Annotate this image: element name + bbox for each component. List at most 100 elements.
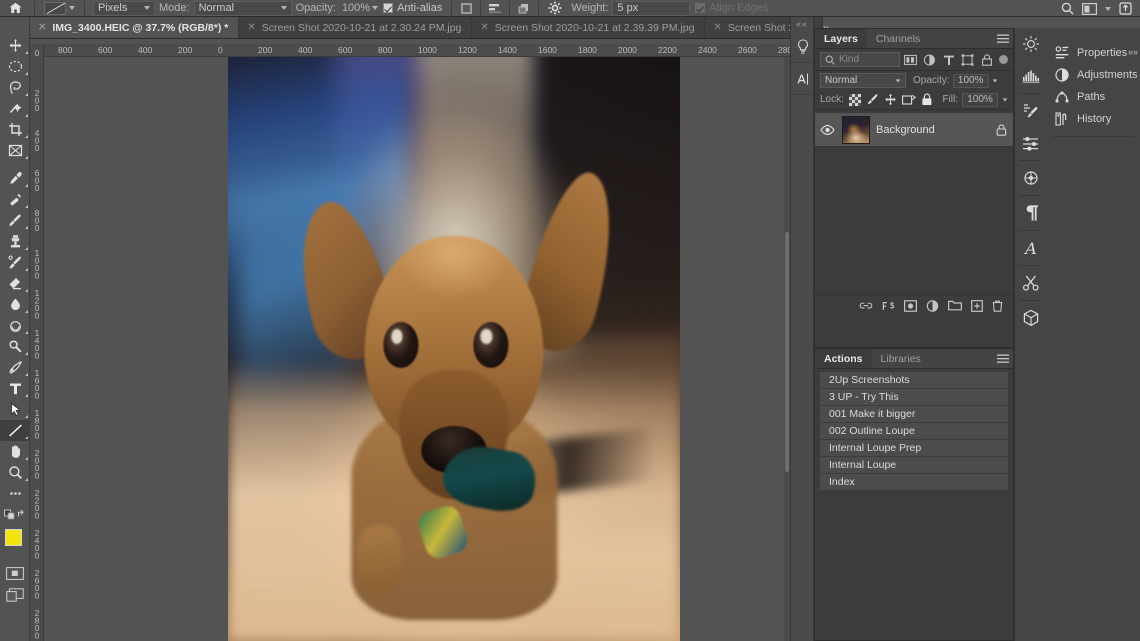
- close-icon[interactable]: ✕: [38, 22, 46, 33]
- chevron-down-icon[interactable]: [69, 6, 75, 10]
- edit-toolbar-button[interactable]: [0, 483, 30, 504]
- workspace-button[interactable]: [1082, 2, 1097, 15]
- dodge-tool[interactable]: [0, 336, 30, 357]
- new-group-icon[interactable]: [948, 300, 962, 311]
- paragraph-button[interactable]: [1015, 197, 1047, 229]
- hand-tool[interactable]: [0, 441, 30, 462]
- document-tab-2[interactable]: ✕ Screen Shot 2020-10-21 at 2.39.39 PM.j…: [472, 17, 706, 38]
- pen-tool[interactable]: [0, 357, 30, 378]
- type-tool[interactable]: [0, 378, 30, 399]
- search-button[interactable]: [1061, 2, 1074, 15]
- new-adjustment-layer-icon[interactable]: [926, 299, 939, 312]
- chevron-down-icon[interactable]: [1002, 97, 1008, 102]
- shape-mode-select[interactable]: Pixels: [93, 0, 155, 16]
- adjustment-filter-icon[interactable]: [921, 52, 938, 67]
- scrollbar-thumb[interactable]: [785, 232, 789, 472]
- lock-image-pixels-icon[interactable]: [866, 93, 880, 107]
- filter-toggle[interactable]: [999, 55, 1008, 64]
- layer-opacity-value[interactable]: 100%: [952, 73, 989, 88]
- canvas-area[interactable]: [44, 57, 790, 641]
- lock-artboard-nesting-icon[interactable]: [901, 93, 916, 107]
- chevron-down-icon[interactable]: [1105, 6, 1111, 11]
- color-swatches[interactable]: [0, 527, 30, 563]
- action-item[interactable]: 2Up Screenshots: [820, 372, 1008, 388]
- layer-visibility-toggle[interactable]: [818, 124, 836, 135]
- discover-button[interactable]: [791, 31, 815, 63]
- eyedropper-tool[interactable]: [0, 168, 30, 189]
- character-styles-button[interactable]: A: [1015, 232, 1047, 264]
- new-layer-icon[interactable]: [971, 299, 983, 312]
- shape-settings-button[interactable]: [543, 1, 567, 16]
- vertical-ruler[interactable]: 0 200 400 600 800 1000 1200 1400 1600 1800 2000 220…: [30, 44, 44, 641]
- home-button[interactable]: [0, 2, 30, 14]
- shape-filter-icon[interactable]: [959, 52, 976, 67]
- clone-stamp-tool[interactable]: [0, 231, 30, 252]
- share-button[interactable]: [1119, 2, 1132, 15]
- line-shape-tool[interactable]: [0, 420, 30, 441]
- dock-item-paths[interactable]: Paths: [1046, 86, 1140, 108]
- chevron-down-icon[interactable]: [992, 78, 998, 83]
- clone-source-button[interactable]: [1015, 162, 1047, 194]
- layer-thumbnail[interactable]: [842, 115, 870, 144]
- layer-fill-value[interactable]: 100%: [962, 92, 998, 107]
- path-alignment-button[interactable]: [485, 1, 505, 16]
- action-item[interactable]: 001 Make it bigger: [820, 406, 1008, 422]
- tab-libraries[interactable]: Libraries: [871, 349, 930, 368]
- history-brush-tool[interactable]: [0, 252, 30, 273]
- zoom-tool[interactable]: [0, 462, 30, 483]
- document-tab-0[interactable]: ✕ IMG_3400.HEIC @ 37.7% (RGB/8*) *: [30, 17, 240, 38]
- object-selection-tool[interactable]: [0, 98, 30, 119]
- quick-mask-button[interactable]: [0, 563, 30, 584]
- anti-alias-checkbox[interactable]: Anti-alias: [378, 2, 447, 14]
- text-tool-panel-button[interactable]: [791, 63, 815, 95]
- dock-item-adjustments[interactable]: Adjustments: [1046, 64, 1140, 86]
- brightness-contrast-button[interactable]: [1015, 28, 1047, 60]
- actions-panel-menu-button[interactable]: [993, 349, 1013, 368]
- brush-presets-button[interactable]: [1015, 127, 1047, 159]
- horizontal-ruler[interactable]: 1200100080060040020002004006008001000120…: [44, 44, 790, 57]
- close-icon[interactable]: ✕: [713, 22, 721, 33]
- foreground-color-swatch[interactable]: [5, 529, 22, 546]
- panel-collapse-handle[interactable]: ««: [791, 17, 813, 31]
- histogram-button[interactable]: [1015, 60, 1047, 92]
- brush-settings-button[interactable]: [1015, 95, 1047, 127]
- blend-mode-select[interactable]: Normal: [193, 0, 292, 16]
- dock-collapse-handle[interactable]: »»: [1128, 47, 1138, 57]
- smart-object-filter-icon[interactable]: [978, 52, 995, 67]
- document-canvas[interactable]: [228, 57, 680, 641]
- lock-all-icon[interactable]: [920, 93, 934, 107]
- move-tool[interactable]: [0, 35, 30, 56]
- layers-panel-menu-button[interactable]: [993, 29, 1013, 48]
- type-filter-icon[interactable]: [940, 52, 957, 67]
- lasso-tool[interactable]: [0, 77, 30, 98]
- dock-item-history[interactable]: History: [1046, 108, 1140, 130]
- action-item[interactable]: 3 UP - Try This: [820, 389, 1008, 405]
- layer-blend-mode-select[interactable]: Normal: [820, 73, 906, 88]
- layer-row-background[interactable]: Background: [815, 113, 1013, 147]
- frame-tool[interactable]: [0, 140, 30, 161]
- action-item[interactable]: Index: [820, 474, 1008, 490]
- path-operations-button[interactable]: [456, 1, 476, 16]
- pixel-filter-icon[interactable]: [902, 52, 919, 67]
- layer-name[interactable]: Background: [876, 124, 990, 136]
- weight-input[interactable]: 5 px: [612, 0, 691, 16]
- gradient-tool[interactable]: [0, 294, 30, 315]
- close-icon[interactable]: ✕: [480, 22, 488, 33]
- marquee-tool[interactable]: [0, 56, 30, 77]
- screen-mode-button[interactable]: [0, 584, 30, 605]
- swap-colors-button[interactable]: [0, 504, 30, 525]
- add-layer-mask-icon[interactable]: [904, 299, 917, 312]
- action-item[interactable]: 002 Outline Loupe: [820, 423, 1008, 439]
- brush-tool[interactable]: [0, 210, 30, 231]
- 3d-button[interactable]: [1015, 302, 1047, 334]
- delete-layer-icon[interactable]: [992, 300, 1003, 312]
- dock-item-properties[interactable]: Properties: [1046, 42, 1140, 64]
- crop-tool[interactable]: [0, 119, 30, 140]
- eraser-tool[interactable]: [0, 273, 30, 294]
- blur-tool[interactable]: [0, 315, 30, 336]
- scissors-button[interactable]: [1015, 267, 1047, 299]
- path-selection-tool[interactable]: [0, 399, 30, 420]
- link-layers-icon[interactable]: [859, 300, 873, 311]
- lock-position-icon[interactable]: [884, 93, 898, 107]
- tab-channels[interactable]: Channels: [866, 29, 930, 48]
